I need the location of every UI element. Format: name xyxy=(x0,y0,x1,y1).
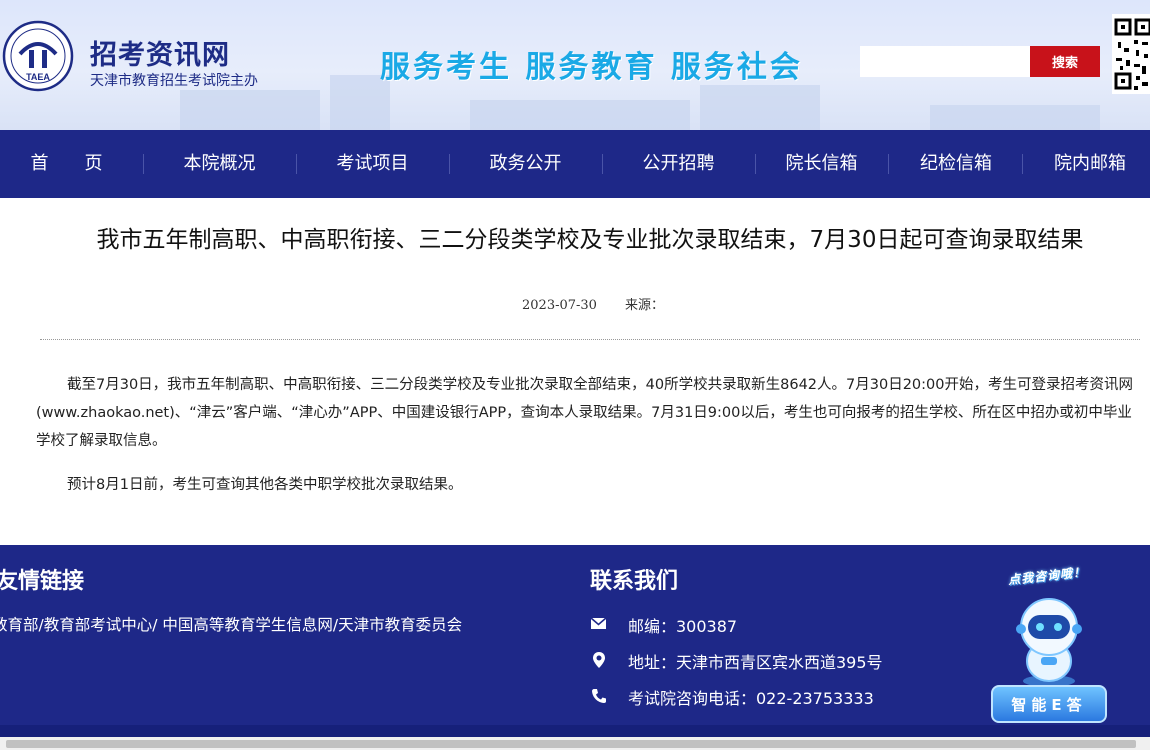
qr-code-icon xyxy=(1112,14,1150,94)
nav-separator xyxy=(888,154,889,174)
search-button[interactable]: 搜索 xyxy=(1030,46,1100,77)
nav-item-internal-mail[interactable]: 院内邮箱 xyxy=(1032,130,1148,198)
robot-assistant-icon[interactable] xyxy=(1008,589,1090,689)
main-nav: 首 页 本院概况 考试项目 政务公开 公开招聘 院长信箱 纪检信箱 院内邮箱 xyxy=(0,130,1150,198)
contact-postcode-text: 邮编：300387 xyxy=(628,617,738,636)
nav-item-discipline-mailbox[interactable]: 纪检信箱 xyxy=(898,130,1014,198)
contact-title: 联系我们 xyxy=(590,569,679,594)
contact-address-text: 地址：天津市西青区宾水西道395号 xyxy=(628,653,883,672)
nav-item-recruitment[interactable]: 公开招聘 xyxy=(612,130,745,198)
nav-item-government-affairs[interactable]: 政务公开 xyxy=(459,130,592,198)
nav-item-about[interactable]: 本院概况 xyxy=(153,130,286,198)
site-footer: 友情链接 教育部/教育部考试中心/ 中国高等教育学生信息网/天津市教育委员会 联… xyxy=(0,545,1150,725)
nav-separator xyxy=(143,154,144,174)
taea-logo-icon[interactable]: TAEA xyxy=(2,20,74,92)
site-name[interactable]: 招考资讯网 xyxy=(90,33,230,72)
horizontal-scrollbar-thumb[interactable] xyxy=(6,740,1136,748)
nav-item-president-mailbox[interactable]: 院长信箱 xyxy=(765,130,878,198)
location-pin-icon xyxy=(593,652,605,668)
logo-text: TAEA xyxy=(26,72,50,82)
article-meta: 2023-07-30 来源： xyxy=(522,294,664,313)
nav-item-exams[interactable]: 考试项目 xyxy=(306,130,439,198)
article-source-label: 来源： xyxy=(624,298,664,313)
nav-separator xyxy=(296,154,297,174)
assistant-bubble-text[interactable]: 点我咨询哦！ xyxy=(1007,563,1087,588)
smart-assistant-widget[interactable]: 点我咨询哦！ 智能E答 xyxy=(988,563,1113,723)
friendly-links-title: 友情链接 xyxy=(0,569,85,594)
article-paragraph: 截至7月30日，我市五年制高职、中高职衔接、三二分段类学校及专业批次录取全部结束… xyxy=(36,377,1133,449)
site-subtitle: 天津市教育招生考试院主办 xyxy=(90,73,258,89)
article-divider xyxy=(40,339,1140,340)
mail-icon xyxy=(590,617,607,629)
search-input[interactable] xyxy=(860,46,1030,77)
article-title: 我市五年制高职、中高职衔接、三二分段类学校及专业批次录取结束，7月30日起可查询… xyxy=(96,227,1084,253)
nav-separator xyxy=(755,154,756,174)
nav-separator xyxy=(449,154,450,174)
nav-separator xyxy=(602,154,603,174)
footer-bottom-bar xyxy=(0,725,1150,737)
phone-icon xyxy=(592,689,606,703)
site-slogan: 服务考生 服务教育 服务社会 xyxy=(380,50,803,85)
smart-answer-button[interactable]: 智能E答 xyxy=(991,685,1107,723)
nav-separator xyxy=(1022,154,1023,174)
article-body: 截至7月30日，我市五年制高职、中高职衔接、三二分段类学校及专业批次录取全部结束… xyxy=(36,371,1146,515)
friendly-links[interactable]: 教育部/教育部考试中心/ 中国高等教育学生信息网/天津市教育委员会 xyxy=(0,613,462,635)
article-date: 2023-07-30 xyxy=(522,298,597,313)
site-header: TAEA 招考资讯网 天津市教育招生考试院主办 服务考生 服务教育 服务社会 搜… xyxy=(0,0,1150,130)
nav-item-home[interactable]: 首 页 xyxy=(0,130,133,198)
contact-phone-text: 考试院咨询电话：022-23753333 xyxy=(628,689,874,708)
article-paragraph: 预计8月1日前，考生可查询其他各类中职学校批次录取结果。 xyxy=(67,477,463,493)
